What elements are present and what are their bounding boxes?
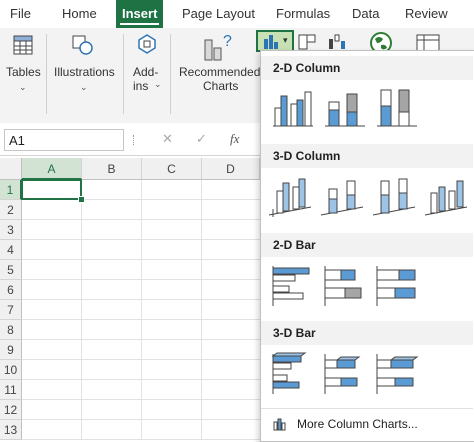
tab-review[interactable]: Review — [405, 0, 448, 28]
menu-bar: File Home Insert Page Layout Formulas Da… — [0, 0, 474, 29]
waterfall-chart-icon[interactable] — [327, 33, 351, 51]
row-header-10[interactable]: 10 — [0, 360, 22, 380]
fill-handle[interactable] — [78, 196, 85, 203]
row-header-8[interactable]: 8 — [0, 320, 22, 340]
recommended-charts-label-line2: Charts — [203, 79, 239, 93]
tab-data[interactable]: Data — [352, 0, 379, 28]
cell-grid[interactable] — [22, 180, 260, 440]
chevron-down-icon: ▾ — [283, 35, 288, 45]
select-all-corner[interactable] — [0, 158, 22, 180]
tab-file[interactable]: File — [10, 0, 31, 28]
formula-divider-handle[interactable] — [133, 135, 137, 145]
stacked-column-icon[interactable] — [321, 84, 367, 130]
row-header-5[interactable]: 5 — [0, 260, 22, 280]
row-header-1[interactable]: 1 — [0, 180, 22, 200]
tab-insert-underline — [120, 23, 160, 25]
illustrations-label: Illustrations — [54, 65, 115, 79]
recommended-charts-label-line1: Recommended — [179, 65, 261, 79]
row-header-2[interactable]: 2 — [0, 200, 22, 220]
row-header-6[interactable]: 6 — [0, 280, 22, 300]
hierarchy-chart-icon[interactable] — [297, 33, 319, 51]
column-chart-icon — [264, 35, 278, 49]
tab-insert-label: Insert — [122, 6, 158, 21]
addins-label-line2: ins — [133, 79, 149, 93]
row-header-12[interactable]: 12 — [0, 400, 22, 420]
active-cell-a1[interactable] — [21, 179, 82, 200]
section-2d-column-heading: 2-D Column — [261, 56, 473, 80]
3d-clustered-column-icon[interactable] — [267, 173, 313, 219]
chevron-down-icon: ⌄ — [19, 82, 27, 92]
row-header-13[interactable]: 13 — [0, 420, 22, 440]
100-stacked-column-icon[interactable] — [373, 84, 419, 130]
addins-icon — [138, 34, 156, 54]
more-column-charts-label: More Column Charts... — [297, 417, 418, 431]
addins-label-line1: Add- — [133, 65, 159, 79]
row-header-4[interactable]: 4 — [0, 240, 22, 260]
tab-page-layout[interactable]: Page Layout — [182, 0, 255, 28]
tab-insert[interactable]: Insert — [116, 0, 164, 28]
chevron-down-icon: ⌄ — [154, 79, 162, 89]
100-stacked-bar-icon[interactable] — [373, 262, 419, 308]
stacked-bar-icon[interactable] — [321, 262, 367, 308]
column-header-c[interactable]: C — [142, 158, 202, 180]
3d-stacked-column-icon[interactable] — [319, 173, 365, 219]
addins-group[interactable]: Add- ins ⌄ — [124, 28, 168, 123]
column-header-b[interactable]: B — [82, 158, 142, 180]
3d-100-stacked-column-icon[interactable] — [371, 173, 417, 219]
row-header-9[interactable]: 9 — [0, 340, 22, 360]
3d-100-stacked-bar-icon[interactable] — [373, 350, 419, 396]
table-icon — [13, 35, 33, 55]
row-header-7[interactable]: 7 — [0, 300, 22, 320]
svg-text:?: ? — [223, 33, 232, 50]
tab-home[interactable]: Home — [62, 0, 97, 28]
clustered-bar-icon[interactable] — [269, 262, 315, 308]
3d-column-icon[interactable] — [423, 173, 469, 219]
illustrations-group[interactable]: Illustrations ⌄ — [47, 28, 121, 123]
insert-function-icon[interactable]: fx — [230, 131, 239, 147]
column-chart-button[interactable]: ▾ — [256, 30, 294, 52]
tables-label: Tables — [6, 65, 41, 79]
recommended-charts-button[interactable]: ? Recommended Charts — [171, 28, 261, 123]
chevron-down-icon: ⌄ — [80, 82, 88, 92]
3d-clustered-bar-icon[interactable] — [269, 350, 315, 396]
section-2d-bar-heading: 2-D Bar — [261, 233, 473, 257]
row-header-3[interactable]: 3 — [0, 220, 22, 240]
shapes-icon — [72, 35, 93, 55]
section-3d-bar-heading: 3-D Bar — [261, 321, 473, 345]
clustered-column-icon[interactable] — [269, 84, 315, 130]
column-chart-small-icon — [273, 418, 286, 431]
tables-group[interactable]: Tables ⌄ — [0, 28, 46, 123]
cancel-icon[interactable]: ✕ — [162, 131, 173, 147]
enter-icon[interactable]: ✓ — [196, 131, 207, 147]
column-chart-dropdown: 2-D Column 3-D Column 2-D Bar 3-D Bar Mo… — [260, 50, 474, 442]
more-column-charts-link[interactable]: More Column Charts... — [261, 408, 473, 439]
recommended-charts-icon: ? — [204, 33, 232, 61]
name-box[interactable]: A1 — [4, 129, 124, 151]
column-header-d[interactable]: D — [202, 158, 260, 180]
column-header-a[interactable]: A — [22, 158, 82, 180]
row-header-11[interactable]: 11 — [0, 380, 22, 400]
section-3d-column-heading: 3-D Column — [261, 144, 473, 168]
tab-formulas[interactable]: Formulas — [276, 0, 330, 28]
3d-stacked-bar-icon[interactable] — [321, 350, 367, 396]
